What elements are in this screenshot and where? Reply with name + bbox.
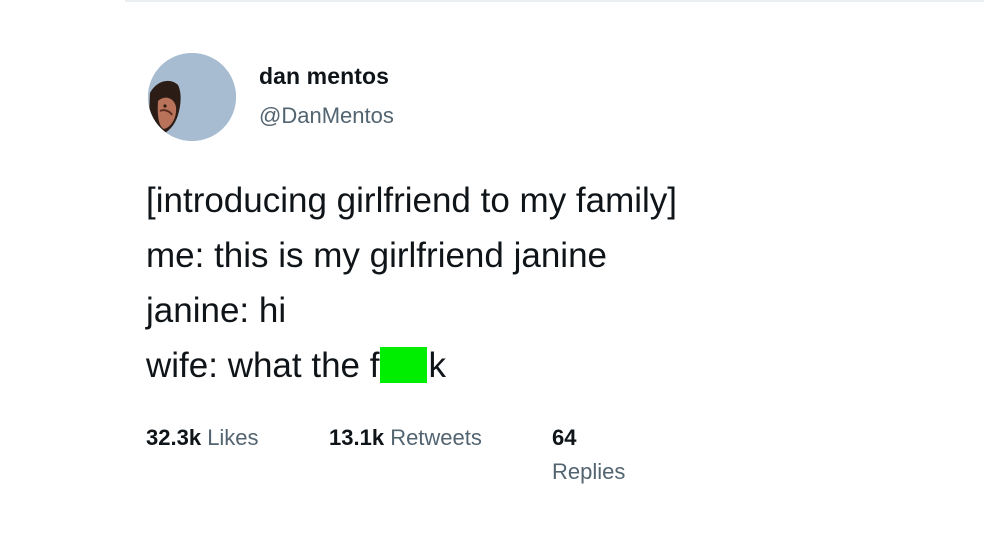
- tweet-card: dan mentos @DanMentos [introducing girlf…: [0, 0, 984, 540]
- author-name[interactable]: dan mentos: [259, 63, 389, 90]
- likes-label: Likes: [207, 425, 259, 450]
- likes-count: 32.3k: [146, 425, 202, 450]
- replies-count: 64: [552, 425, 577, 450]
- tweet-text: [introducing girlfriend to my family] me…: [146, 173, 677, 393]
- tweet-line: wife: what the f k: [146, 338, 677, 393]
- tweet-line-prefix: wife: what the f: [146, 346, 380, 385]
- tweet-line-suffix: k: [428, 346, 446, 385]
- avatar[interactable]: [148, 53, 236, 141]
- replies-stat[interactable]: 64 Replies: [552, 425, 625, 485]
- tweet-line: [introducing girlfriend to my family]: [146, 181, 678, 220]
- likes-stat[interactable]: 32.3k Likes: [146, 425, 259, 451]
- divider: [125, 0, 984, 2]
- avatar-photo-icon: [148, 53, 236, 141]
- tweet-line: me: this is my girlfriend janine: [146, 236, 607, 275]
- censor-bar: [380, 347, 428, 383]
- replies-label: Replies: [552, 459, 626, 484]
- retweets-stat[interactable]: 13.1k Retweets: [329, 425, 482, 451]
- tweet-line: janine: hi: [146, 291, 287, 330]
- retweets-count: 13.1k: [329, 425, 385, 450]
- retweets-label: Retweets: [390, 425, 482, 450]
- author-handle[interactable]: @DanMentos: [259, 103, 394, 129]
